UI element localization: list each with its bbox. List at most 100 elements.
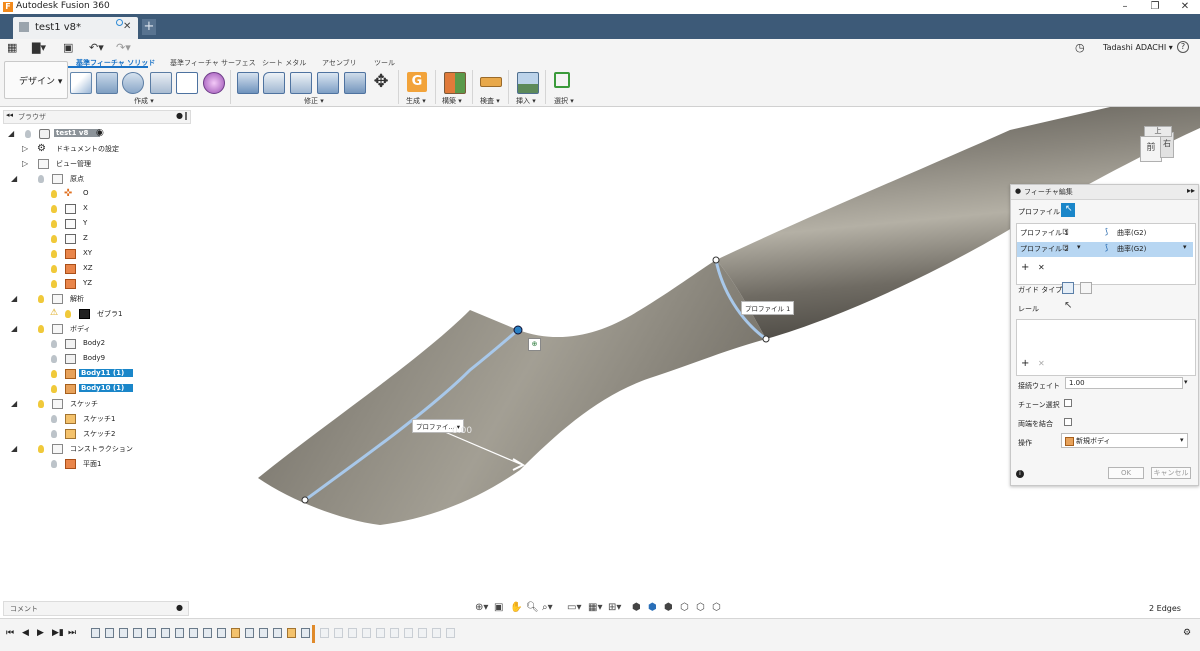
profile-dropdown-icon[interactable]: ▾ [1077,243,1081,251]
undo-icon[interactable]: ↶▾ [89,41,104,54]
browser-row-xz-plane[interactable]: XZ [8,263,188,276]
timeline-start-icon[interactable]: ⏮ [6,628,14,638]
condition-dropdown-icon[interactable]: ▾ [1183,243,1187,251]
expand-arrow-icon[interactable]: ▷ [22,159,28,168]
select-window-icon[interactable] [554,72,570,88]
user-account-menu[interactable]: Tadashi ADACHI ▾ [1103,43,1173,52]
visibility-bulb-icon[interactable] [38,445,44,453]
tangent-weight-dropdown-icon[interactable]: ▾ [1184,378,1188,386]
visibility-bulb-icon[interactable] [51,235,57,243]
display-settings-icon[interactable]: ▭▾ [567,602,581,613]
browser-row-x-axis[interactable]: X [8,203,188,216]
form-icon[interactable] [203,72,225,94]
visual-style-4-icon[interactable]: ⬡ [680,602,689,613]
visual-style-2-icon[interactable]: ⬢ [648,602,657,613]
comments-options-icon[interactable]: ● [176,603,183,612]
timeline-settings-gear-icon[interactable]: ⚙ [1183,628,1191,638]
browser-row-sketches[interactable]: ◢ スケッチ [8,398,188,411]
data-panel-grid-icon[interactable]: ▦ [7,41,17,54]
visibility-bulb-icon[interactable] [38,295,44,303]
timeline-suppressed-icon[interactable] [446,628,455,638]
browser-row-body2[interactable]: Body2 [8,338,188,351]
visibility-bulb-icon[interactable] [51,460,57,468]
visibility-bulb-icon[interactable] [51,385,57,393]
view-cube-top-face[interactable]: 上 [1144,126,1172,137]
collapse-arrow-icon[interactable]: ◢ [11,324,17,333]
timeline-feature-icon[interactable] [119,628,128,638]
tab-assembly[interactable]: アセンブリ [322,58,357,68]
group-select[interactable]: 選択 ▾ [554,96,574,106]
visual-style-5-icon[interactable]: ⬡ [696,602,705,613]
maximize-button[interactable]: ❐ [1140,0,1170,14]
orbit-icon[interactable]: ⊕▾ [475,602,488,613]
timeline-feature-icon[interactable] [259,628,268,638]
visibility-bulb-icon[interactable] [65,310,71,318]
activate-radio-icon[interactable]: ◉ [96,128,104,138]
job-status-clock-icon[interactable]: ◷ [1075,41,1085,54]
browser-header[interactable]: ◂◂ ブラウザ ● ‖ [3,110,191,124]
visibility-bulb-icon[interactable] [51,220,57,228]
timeline-suppressed-icon[interactable] [320,628,329,638]
timeline-end-icon[interactable]: ⏭ [68,628,76,638]
hole-icon[interactable] [150,72,172,94]
browser-row-xy-plane[interactable]: XY [8,248,188,261]
merge-ends-checkbox[interactable] [1064,418,1072,426]
visibility-bulb-icon[interactable] [51,265,57,273]
tangent-weight-input[interactable]: 1.00 [1065,377,1183,389]
visibility-bulb-icon[interactable] [51,430,57,438]
pattern-icon[interactable] [176,72,198,94]
collapse-arrow-icon[interactable]: ◢ [8,129,14,138]
browser-row-body9[interactable]: Body9 [8,353,188,366]
profile-select-button[interactable]: ↖ [1061,203,1075,217]
view-cube-front-face[interactable]: 前 [1140,136,1162,162]
visibility-bulb-icon[interactable] [51,205,57,213]
remove-rail-button[interactable]: ✕ [1038,359,1045,368]
chain-selection-checkbox[interactable] [1064,399,1072,407]
timeline-feature-icon[interactable] [189,628,198,638]
help-icon[interactable]: ? [1177,41,1189,53]
comments-bar[interactable]: コメント ● [3,601,189,616]
timeline-suppressed-icon[interactable] [418,628,427,638]
browser-row-y-axis[interactable]: Y [8,218,188,231]
group-construct[interactable]: 構築 ▾ [442,96,462,106]
expand-arrow-icon[interactable]: ▷ [22,144,28,153]
continuity-condition[interactable]: 曲率(G2) [1117,244,1146,254]
timeline-feature-icon[interactable] [301,628,310,638]
zoom-window-icon[interactable]: ⌕▾ [542,602,553,613]
extrude-icon[interactable] [96,72,118,94]
look-at-icon[interactable]: ▣ [494,602,503,613]
close-window-button[interactable]: ✕ [1170,0,1200,14]
combine-icon[interactable] [317,72,339,94]
tab-tools[interactable]: ツール [374,58,395,68]
group-insert[interactable]: 挿入 ▾ [516,96,536,106]
timeline-sketch-icon[interactable] [287,628,296,638]
browser-row-sketch1[interactable]: スケッチ1 [8,413,188,426]
generative-design-icon[interactable]: G [407,72,427,92]
browser-options-icon[interactable]: ● [176,111,183,120]
grid-snap-icon[interactable]: ▦▾ [588,602,602,613]
ok-button[interactable]: OK [1108,467,1144,479]
save-icon[interactable]: ▣ [63,41,73,54]
new-tab-button[interactable]: + [142,19,156,35]
timeline-suppressed-icon[interactable] [334,628,343,638]
redo-icon[interactable]: ↷▾ [116,41,131,54]
collapse-browser-icon[interactable]: ◂◂ [6,111,13,119]
browser-row-analysis[interactable]: ◢ 解析 [8,293,188,306]
timeline-feature-icon[interactable] [203,628,212,638]
shell-icon[interactable] [290,72,312,94]
workspace-switcher[interactable]: デザイン ▾ [4,61,68,99]
timeline-suppressed-icon[interactable] [432,628,441,638]
visibility-bulb-icon[interactable] [51,340,57,348]
browser-row-plane1[interactable]: 平面1 [8,458,188,471]
profile-row-2[interactable]: プロファイル 2 ⊡ ▾ ⟆ 曲率(G2) ▾ [1017,242,1193,257]
collapse-arrow-icon[interactable]: ◢ [11,294,17,303]
browser-row-construction[interactable]: ◢ コンストラクション [8,443,188,456]
timeline-sketch-icon[interactable] [231,628,240,638]
dialog-header[interactable]: ● フィーチャ編集 ▸▸ [1011,185,1198,200]
remove-profile-button[interactable]: ✕ [1038,263,1045,272]
timeline-feature-icon[interactable] [217,628,226,638]
viewports-icon[interactable]: ⊞▾ [608,602,621,613]
timeline-marker[interactable] [312,625,315,643]
visibility-bulb-icon[interactable] [51,370,57,378]
browser-row-bodies[interactable]: ◢ ボディ [8,323,188,336]
